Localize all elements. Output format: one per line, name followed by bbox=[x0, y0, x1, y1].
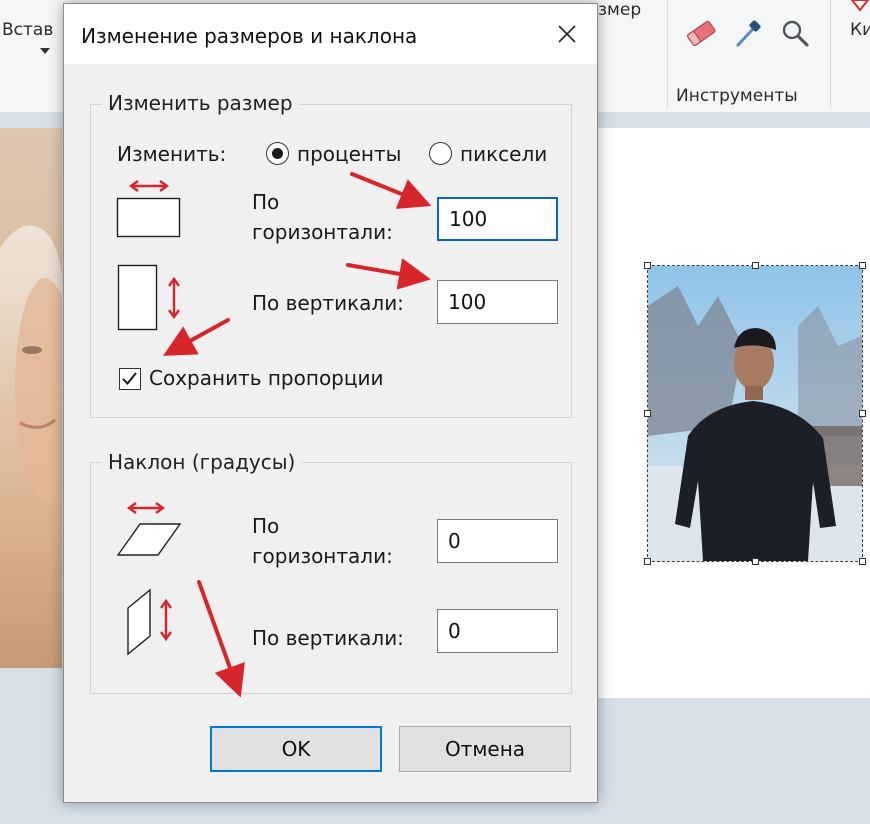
arrow-to-ok-button bbox=[197, 580, 245, 698]
arrow-to-vertical-field bbox=[346, 258, 431, 290]
arrow-to-keep-ratio bbox=[162, 318, 230, 356]
arrow-to-horizontal-field bbox=[350, 172, 432, 209]
annotation-arrows bbox=[162, 172, 432, 698]
